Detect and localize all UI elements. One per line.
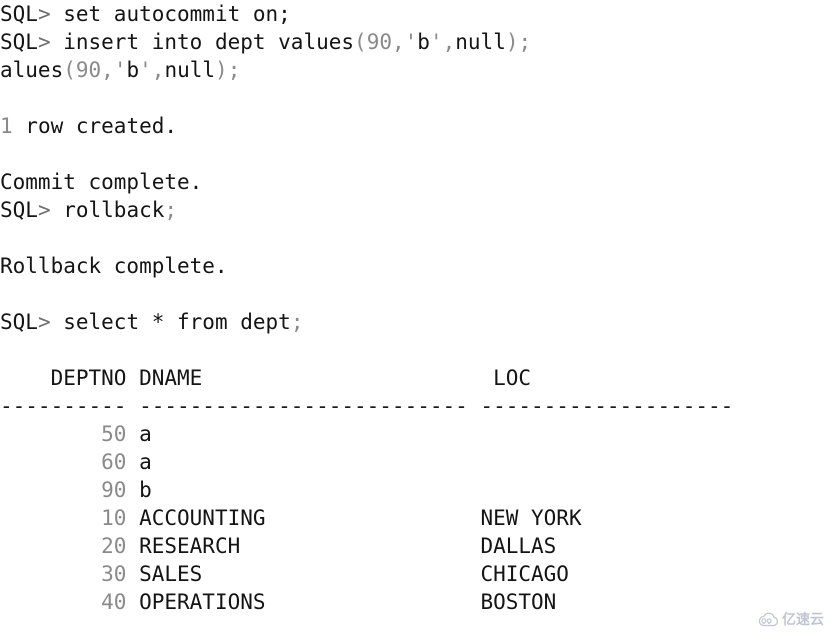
terminal-line: 1 row created. [0,112,177,140]
terminal-text-run: SQL [0,198,38,222]
terminal-text-run: > [37,198,51,222]
terminal-line: SQL> select * from dept; [0,308,303,336]
terminal-line: 50 a [0,420,152,448]
terminal-text-run: 90 [366,30,392,54]
terminal-line: Commit complete. [0,168,202,196]
terminal-text-run: 30 [0,562,127,586]
terminal-text-run: ) [215,58,228,82]
watermark: 亿速云 [757,612,824,628]
terminal-text-run: b [126,478,152,502]
terminal-text-run: ' [139,58,152,82]
terminal-text-run: row created. [12,114,178,138]
terminal-text-run: alues [0,58,64,82]
terminal-line: 30 SALES CHICAGO [0,560,569,588]
terminal-text-run: select * from dept [50,310,291,334]
terminal-text-run: ; [164,198,178,222]
terminal-text-run: 10 [0,506,127,530]
terminal-text-run: Commit complete. [0,170,203,194]
terminal-text-run: set autocommit on; [50,2,291,26]
terminal-line: Rollback complete. [0,252,228,280]
terminal-line: DEPTNO DNAME LOC [0,364,531,392]
terminal-text-run: null [455,30,506,54]
terminal-text-run: ; [518,30,532,54]
terminal-text-run: SQL [0,2,38,26]
terminal-text-run: 20 [0,534,127,558]
terminal-text-run: ( [63,58,76,82]
terminal-text-run: 40 [0,590,127,614]
terminal-line: alues(90,'b',null); [0,56,240,84]
terminal-text-run: 1 [0,114,13,138]
terminal-text-run: , [151,58,165,82]
terminal-line: SQL> insert into dept values(90,'b',null… [0,28,531,56]
terminal-line: 40 OPERATIONS BOSTON [0,588,556,616]
terminal-text-run: 50 [0,422,127,446]
terminal-text-run: SQL [0,310,38,334]
terminal-output-pane[interactable]: SQL> set autocommit on; SQL> insert into … [0,0,830,632]
terminal-text-run: Rollback complete. [0,254,228,278]
terminal-text-run: ( [354,30,367,54]
terminal-line: 90 b [0,476,152,504]
terminal-text-run: ---------- -------------------------- --… [0,394,734,418]
terminal-text-run: > [37,30,51,54]
terminal-text-run: 90 [0,478,127,502]
terminal-line: 60 a [0,448,152,476]
terminal-text-run: ' [113,58,127,82]
terminal-text-run: ; [227,58,241,82]
terminal-text-run: , [101,58,114,82]
cloud-spiral-icon [757,612,779,628]
terminal-line: 10 ACCOUNTING NEW YORK [0,504,582,532]
terminal-line: SQL> set autocommit on; [0,0,291,28]
terminal-text-run: b [126,58,140,82]
terminal-text-run: a [126,422,152,446]
terminal-text-run: OPERATIONS BOSTON [126,590,557,614]
terminal-text-run: ) [505,30,519,54]
terminal-text-run: , [442,30,456,54]
terminal-text-run: rollback [50,198,165,222]
terminal-text-run: SQL [0,30,38,54]
terminal-text-run: RESEARCH DALLAS [126,534,557,558]
terminal-text-run: DEPTNO DNAME LOC [0,366,532,390]
terminal-text-run: null [164,58,216,82]
terminal-text-run: , [391,30,405,54]
terminal-text-run: ; [290,310,304,334]
terminal-text-run: a [126,450,152,474]
terminal-text-run: insert into dept values [50,30,355,54]
terminal-text-run: > [37,310,51,334]
watermark-text: 亿速云 [782,612,824,628]
terminal-text-run: b [417,30,430,54]
terminal-line: ---------- -------------------------- --… [0,392,733,420]
terminal-text-run: ' [429,30,443,54]
terminal-line: SQL> rollback; [0,196,177,224]
terminal-text-run: 60 [0,450,127,474]
terminal-text-run: ' [404,30,418,54]
terminal-text-run: 90 [75,58,102,82]
terminal-text-run: SALES CHICAGO [126,562,569,586]
terminal-text-run: ACCOUNTING NEW YORK [126,506,582,530]
terminal-text-run: > [37,2,51,26]
terminal-line: 20 RESEARCH DALLAS [0,532,556,560]
